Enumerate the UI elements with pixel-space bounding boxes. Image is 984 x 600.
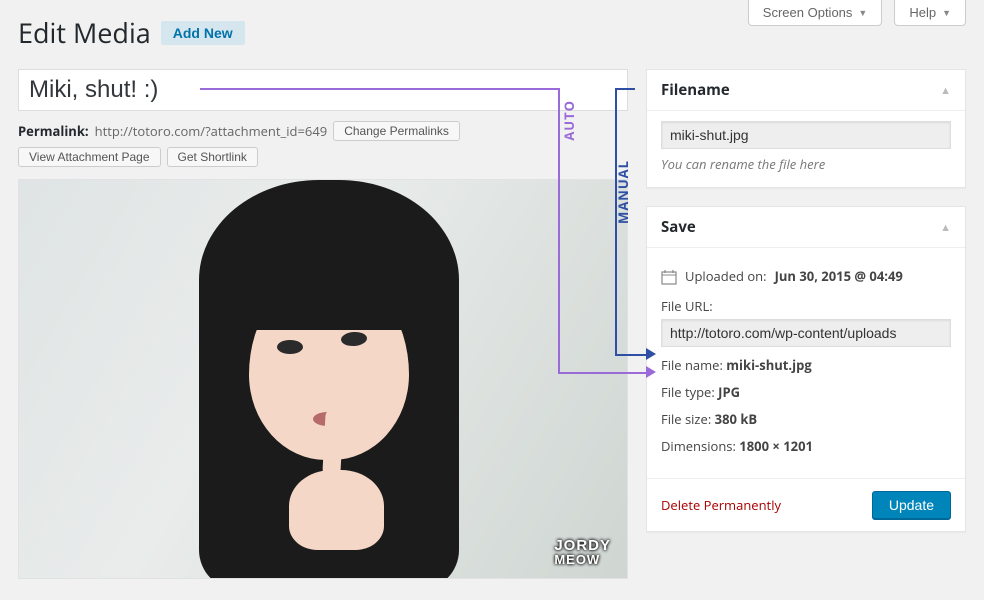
delete-permanently-link[interactable]: Delete Permanently bbox=[661, 496, 781, 514]
add-new-button[interactable]: Add New bbox=[161, 21, 245, 45]
help-label: Help bbox=[909, 5, 936, 20]
help-button[interactable]: Help ▼ bbox=[894, 0, 966, 26]
collapse-icon[interactable]: ▲ bbox=[940, 220, 951, 235]
get-shortlink-button[interactable]: Get Shortlink bbox=[167, 147, 258, 167]
update-button[interactable]: Update bbox=[872, 491, 951, 519]
screen-options-label: Screen Options bbox=[763, 5, 853, 20]
watermark-text: JORDYMEOW bbox=[554, 538, 611, 566]
chevron-down-icon: ▼ bbox=[858, 8, 867, 18]
screen-options-button[interactable]: Screen Options ▼ bbox=[748, 0, 883, 26]
uploaded-value: Jun 30, 2015 @ 04:49 bbox=[775, 267, 903, 285]
attachment-image: JORDYMEOW bbox=[18, 179, 628, 579]
file-size-label: File size: bbox=[661, 410, 711, 428]
collapse-icon[interactable]: ▲ bbox=[940, 83, 951, 98]
save-panel: Save ▲ Uploaded on: Jun 30, 2015 @ 04:49… bbox=[646, 206, 966, 532]
change-permalinks-button[interactable]: Change Permalinks bbox=[333, 121, 460, 141]
annotation-auto-label: AUTO bbox=[560, 100, 578, 141]
uploaded-label: Uploaded on: bbox=[685, 267, 767, 285]
file-url-input[interactable] bbox=[661, 319, 951, 347]
file-name-label: File name: bbox=[661, 356, 723, 374]
chevron-down-icon: ▼ bbox=[942, 8, 951, 18]
title-input[interactable] bbox=[18, 69, 628, 111]
file-name-value: miki-shut.jpg bbox=[726, 356, 811, 374]
filename-panel: Filename ▲ You can rename the file here bbox=[646, 69, 966, 188]
file-url-label: File URL: bbox=[661, 297, 951, 315]
file-type-label: File type: bbox=[661, 383, 715, 401]
annotation-manual-arrowhead-icon bbox=[646, 348, 656, 360]
dimensions-value: 1800 × 1201 bbox=[739, 437, 813, 455]
permalink-label: Permalink: bbox=[18, 122, 89, 140]
annotation-manual-label: MANUAL bbox=[614, 160, 632, 224]
top-options: Screen Options ▼ Help ▼ bbox=[748, 0, 966, 26]
view-attachment-button[interactable]: View Attachment Page bbox=[18, 147, 161, 167]
calendar-icon bbox=[661, 269, 677, 284]
file-size-value: 380 kB bbox=[715, 410, 757, 428]
dimensions-label: Dimensions: bbox=[661, 437, 736, 455]
save-heading: Save bbox=[661, 217, 696, 237]
page-title: Edit Media bbox=[18, 14, 151, 51]
filename-hint: You can rename the file here bbox=[661, 155, 951, 173]
filename-input[interactable] bbox=[661, 121, 951, 149]
file-type-value: JPG bbox=[718, 383, 740, 401]
permalink-url: http://totoro.com/?attachment_id=649 bbox=[95, 122, 328, 140]
annotation-auto-arrowhead-icon bbox=[646, 366, 656, 378]
filename-heading: Filename bbox=[661, 80, 730, 100]
